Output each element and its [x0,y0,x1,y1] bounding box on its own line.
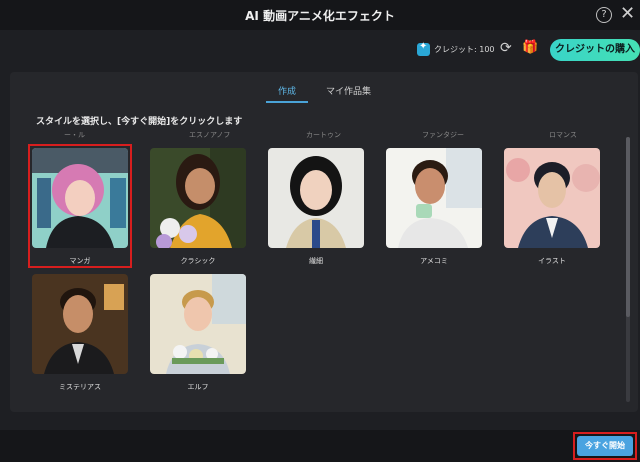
cut-off-label: カートゥン [306,131,341,139]
style-label: エルフ [187,383,209,391]
style-thumbnail [150,274,246,374]
main-panel: 作成 マイ作品集 スタイルを選択し、[今すぐ開始]をクリックします ー・ル エス… [10,72,638,412]
scrollbar[interactable] [626,137,630,402]
tab-my-works[interactable]: マイ作品集 [326,84,371,97]
instruction-text: スタイルを選択し、[今すぐ開始]をクリックします [36,117,243,127]
style-label: 繊細 [309,257,323,265]
style-label: イラスト [538,257,566,265]
cut-off-label: ー・ル [64,131,85,139]
style-thumbnail [268,148,364,248]
style-label: アメコミ [420,257,448,265]
cut-off-label: ロマンス [549,131,577,139]
style-thumbnail [386,148,482,248]
scrollbar-thumb[interactable] [626,137,630,317]
style-label: クラシック [180,257,216,265]
style-thumbnail [150,148,246,248]
credits-label: クレジット: 100 [434,45,495,54]
style-thumbnail [32,274,128,374]
cut-off-label: ファンタジー [422,131,464,139]
toolbar: クレジット: 100 ⟳ 🎁 クレジットの購入 [0,30,640,70]
cut-off-label: エスノアノフ [189,131,231,139]
selection-highlight [28,144,132,268]
gift-icon[interactable]: 🎁 [522,40,538,55]
window-title: AI 動画アニメ化エフェクト [245,9,395,23]
credit-icon [417,41,430,56]
style-grid: ー・ル エスノアノフ カートゥン ファンタジー ロマンス マンガ クラシック 繊… [24,130,624,398]
help-icon[interactable]: ? [596,7,612,23]
style-label: ミステリアス [59,383,101,391]
close-icon[interactable]: ✕ [620,3,635,24]
refresh-icon[interactable]: ⟳ [500,40,512,56]
start-now-highlight: 今すぐ開始 [573,432,637,460]
start-now-button[interactable]: 今すぐ開始 [577,436,633,456]
style-thumbnail [504,148,600,248]
title-bar: AI 動画アニメ化エフェクト ? ✕ [0,0,640,30]
buy-credits-button[interactable]: クレジットの購入 [550,39,640,61]
tab-create[interactable]: 作成 [265,84,309,103]
footer-bar [0,430,640,462]
